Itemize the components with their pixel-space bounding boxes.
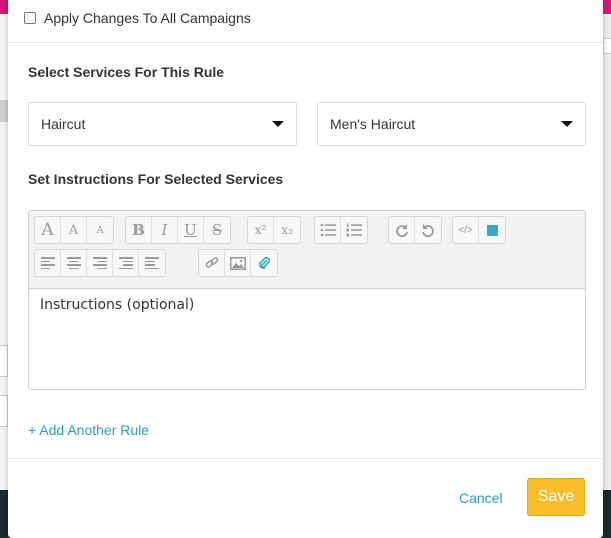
numbered-list-icon <box>346 223 362 237</box>
service-item-value: Men's Haircut <box>330 116 416 132</box>
subscript-button[interactable]: x₂ <box>274 217 300 243</box>
redo-icon <box>395 224 408 237</box>
bold-button[interactable]: B <box>126 217 152 243</box>
align-right-button[interactable] <box>87 250 113 276</box>
strikethrough-button[interactable]: S <box>204 217 230 243</box>
insert-group <box>198 249 278 277</box>
paperclip-icon <box>259 256 271 269</box>
italic-button[interactable]: I <box>152 217 178 243</box>
unordered-list-button[interactable] <box>315 217 341 243</box>
insert-image-button[interactable] <box>225 250 251 276</box>
align-left-button[interactable] <box>35 250 61 276</box>
background-element <box>603 38 611 54</box>
font-large-button[interactable]: A <box>35 217 61 243</box>
indent-icon <box>118 257 133 269</box>
indent-button[interactable] <box>113 250 139 276</box>
service-category-value: Haircut <box>41 116 86 132</box>
editor-toolbar: A A A B I U S x² x₂ </> <box>29 211 585 289</box>
service-category-select[interactable]: Haircut <box>28 102 297 146</box>
text-style-group: B I U S <box>125 216 231 244</box>
font-medium-button[interactable]: A <box>61 217 87 243</box>
color-swatch-icon <box>486 224 498 236</box>
align-center-icon <box>66 257 81 269</box>
align-center-button[interactable] <box>61 250 87 276</box>
image-icon <box>229 256 246 270</box>
history-group <box>388 216 442 244</box>
background-element <box>0 395 8 427</box>
cancel-button[interactable]: Cancel <box>459 490 503 506</box>
outdent-icon <box>145 257 159 269</box>
insert-link-button[interactable] <box>199 250 225 276</box>
underline-button[interactable]: U <box>178 217 204 243</box>
services-section-title: Select Services For This Rule <box>28 64 225 80</box>
font-size-group: A A A <box>34 216 114 244</box>
align-right-icon <box>92 257 107 269</box>
code-view-button[interactable]: </> <box>453 217 479 243</box>
misc-group: </> <box>452 216 506 244</box>
redo-button[interactable] <box>389 217 415 243</box>
ordered-list-button[interactable] <box>341 217 367 243</box>
service-item-select[interactable]: Men's Haircut <box>317 102 586 146</box>
text-color-button[interactable] <box>479 217 505 243</box>
alignment-group <box>34 249 166 277</box>
save-button[interactable]: Save <box>527 478 585 516</box>
apply-all-row: Apply Changes To All Campaigns <box>8 0 603 43</box>
caret-down-icon <box>272 121 284 127</box>
add-another-rule-link[interactable]: + Add Another Rule <box>28 422 149 438</box>
script-group: x² x₂ <box>247 216 301 244</box>
background-right-panel <box>603 14 611 490</box>
caret-down-icon <box>561 121 573 127</box>
bullet-list-icon <box>320 223 336 237</box>
footer-divider <box>8 458 603 459</box>
apply-all-label[interactable]: Apply Changes To All Campaigns <box>44 10 251 26</box>
undo-button[interactable] <box>415 217 441 243</box>
undo-icon <box>422 224 434 237</box>
instructions-editor: A A A B I U S x² x₂ </> Instructions (op… <box>28 210 586 390</box>
instructions-section-title: Set Instructions For Selected Services <box>28 171 284 187</box>
attach-file-button[interactable] <box>251 250 277 276</box>
font-small-button[interactable]: A <box>87 217 113 243</box>
apply-all-checkbox[interactable] <box>24 12 36 24</box>
align-left-icon <box>40 257 55 269</box>
superscript-button[interactable]: x² <box>248 217 274 243</box>
background-element <box>0 100 8 122</box>
list-group <box>314 216 368 244</box>
outdent-button[interactable] <box>139 250 165 276</box>
link-icon <box>205 257 218 268</box>
background-element <box>0 345 8 377</box>
edit-rule-modal: Apply Changes To All Campaigns Select Se… <box>8 0 603 538</box>
instructions-textarea[interactable]: Instructions (optional) <box>29 289 585 321</box>
